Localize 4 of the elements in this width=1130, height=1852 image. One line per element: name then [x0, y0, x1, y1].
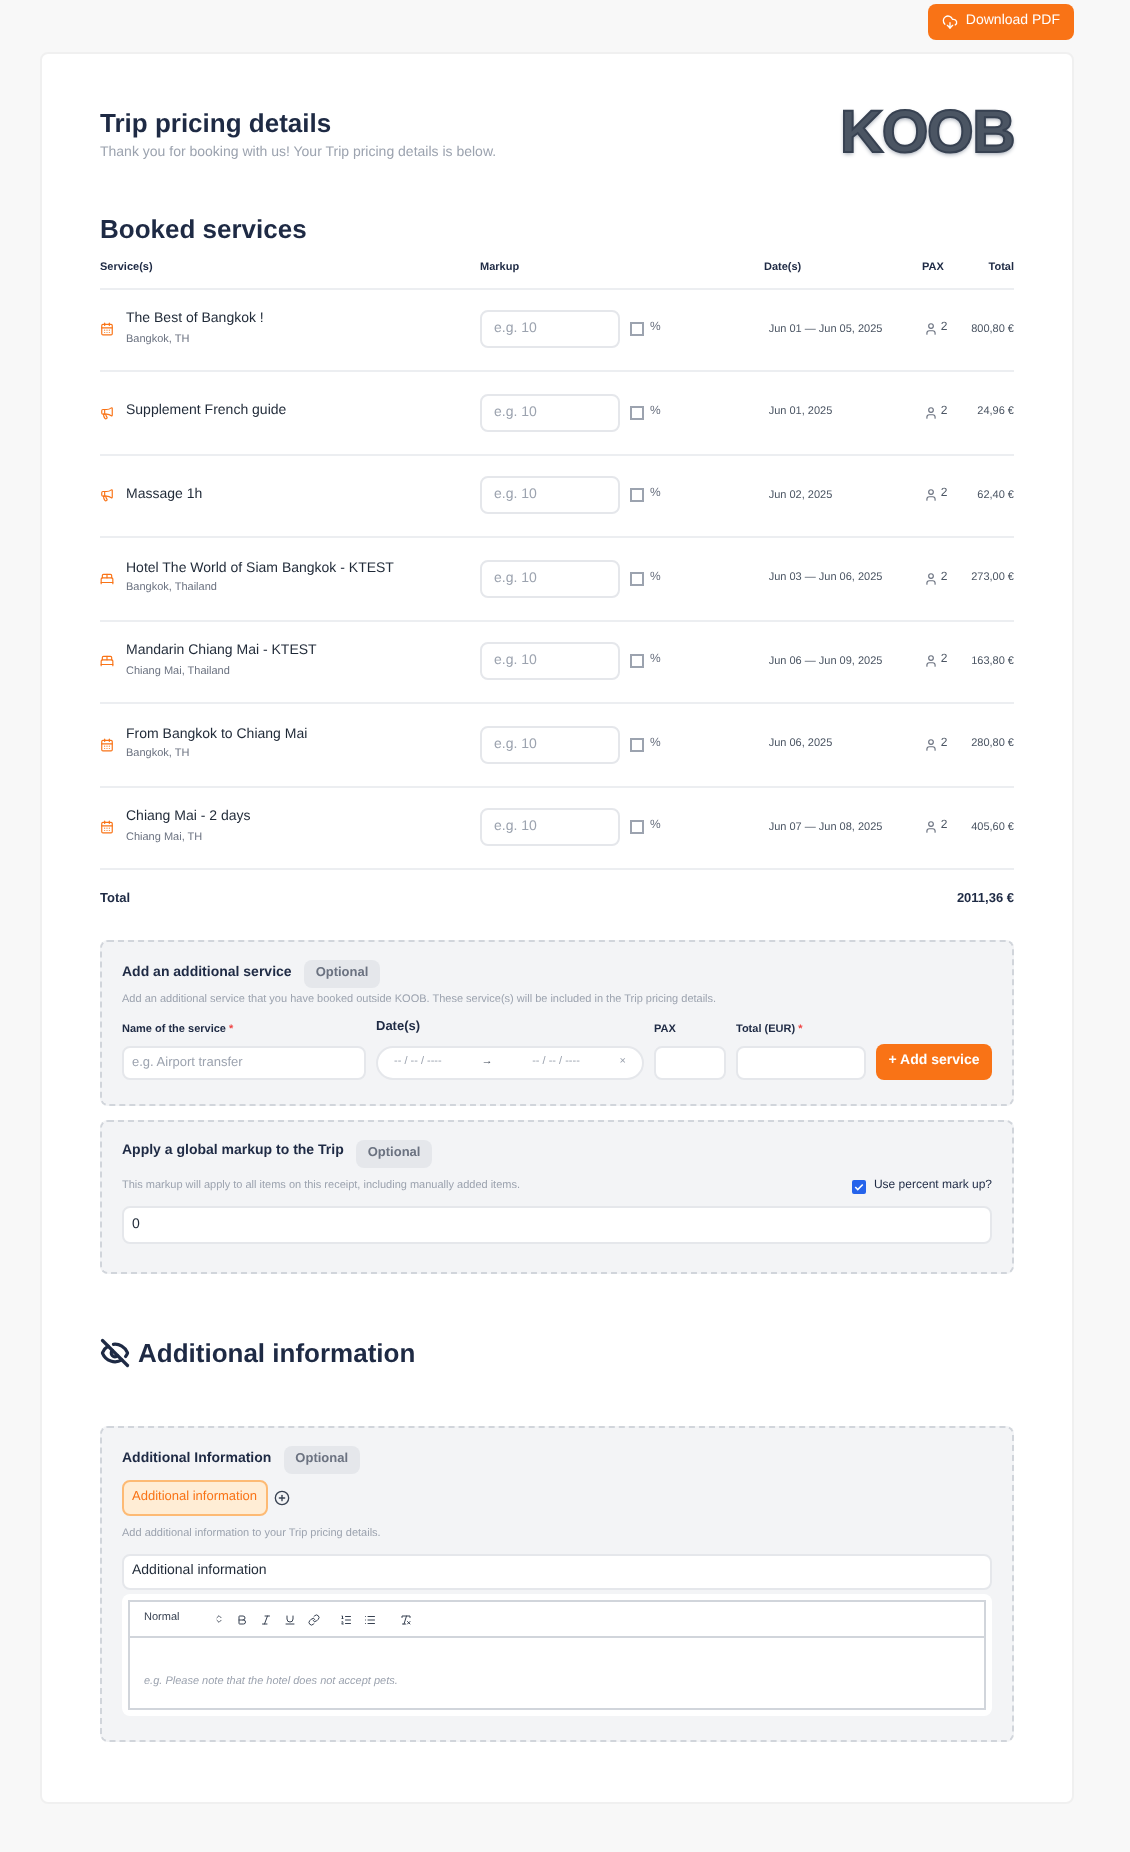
page-title: Trip pricing details: [100, 106, 334, 142]
logo: KOOB: [840, 104, 1014, 164]
section-title: Booked services: [100, 212, 309, 248]
section-title: Additional information: [138, 1335, 416, 1371]
